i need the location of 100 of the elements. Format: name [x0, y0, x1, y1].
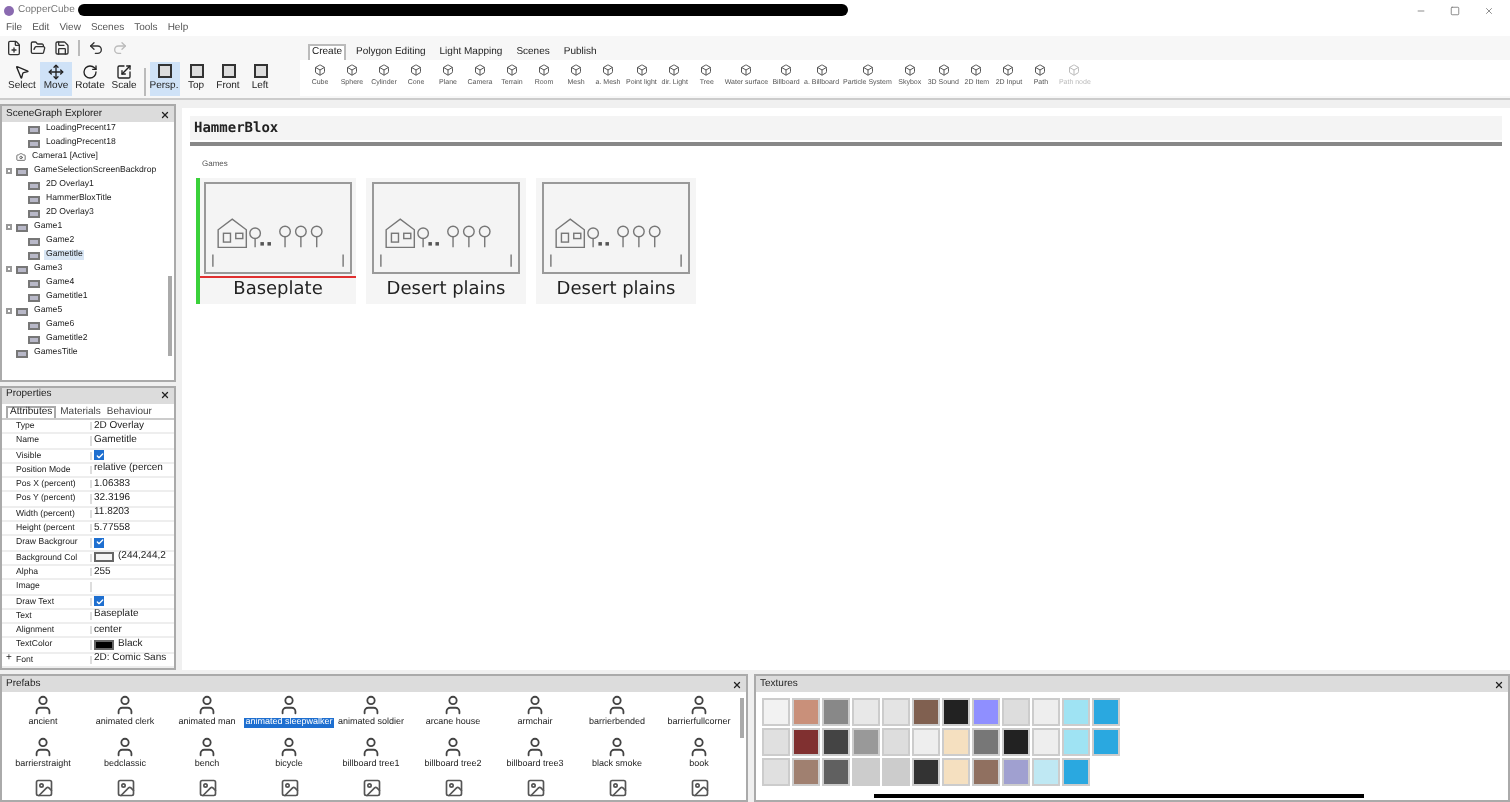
close-icon[interactable]	[732, 679, 742, 689]
texture-thumbnail[interactable]	[1092, 728, 1120, 756]
model-thumbnail-icon	[360, 736, 382, 758]
move-arrows-icon	[48, 64, 64, 80]
model-thumbnail-icon	[33, 778, 53, 798]
cube-icon	[937, 64, 950, 76]
model-thumbnail-icon	[196, 736, 218, 758]
new-file-icon[interactable]	[6, 40, 22, 56]
texture-thumbnail[interactable]	[882, 728, 910, 756]
texture-thumbnail[interactable]	[1002, 698, 1030, 726]
checkbox[interactable]	[94, 596, 104, 607]
minimize-icon[interactable]	[1416, 5, 1426, 15]
texture-thumbnail[interactable]	[972, 698, 1000, 726]
cube-icon	[635, 64, 648, 76]
cube-icon	[378, 64, 390, 76]
redo-icon[interactable]	[111, 40, 127, 56]
texture-thumbnail[interactable]	[1002, 758, 1030, 786]
expand-handle[interactable]	[6, 168, 12, 174]
app-logo-icon	[4, 5, 14, 15]
texture-thumbnail[interactable]	[762, 758, 790, 786]
card-label: Desert plains	[386, 278, 506, 304]
texture-thumbnail[interactable]	[822, 758, 850, 786]
texture-thumbnail[interactable]	[852, 698, 880, 726]
game-card[interactable]: Desert plains	[536, 178, 696, 304]
cube-icon	[1002, 64, 1015, 76]
texture-thumbnail[interactable]	[942, 758, 970, 786]
cube-icon	[1034, 64, 1047, 76]
cube-icon	[861, 64, 874, 76]
model-thumbnail-icon	[197, 778, 217, 798]
cube-icon	[506, 64, 518, 76]
undo-icon[interactable]	[87, 40, 103, 56]
maximize-icon[interactable]	[1450, 5, 1460, 15]
texture-thumbnail[interactable]	[1092, 698, 1120, 726]
texture-thumbnail[interactable]	[1032, 698, 1060, 726]
pointer-icon	[14, 64, 30, 80]
texture-thumbnail[interactable]	[852, 758, 880, 786]
viewport-icon	[157, 64, 171, 78]
cube-icon	[314, 64, 326, 76]
texture-thumbnail[interactable]	[762, 728, 790, 756]
texture-thumbnail[interactable]	[912, 698, 940, 726]
texture-thumbnail[interactable]	[912, 728, 940, 756]
close-icon[interactable]	[160, 109, 170, 119]
card-label: Baseplate	[233, 278, 323, 304]
texture-thumbnail[interactable]	[792, 728, 820, 756]
texture-thumbnail[interactable]	[792, 758, 820, 786]
cube-icon	[410, 64, 422, 76]
texture-thumbnail[interactable]	[1002, 728, 1030, 756]
texture-thumbnail[interactable]	[1062, 728, 1090, 756]
game-card[interactable]: Desert plains	[366, 178, 526, 304]
texture-thumbnail[interactable]	[912, 758, 940, 786]
model-thumbnail-icon	[606, 694, 628, 716]
model-thumbnail-icon	[607, 778, 627, 798]
checkbox[interactable]	[94, 537, 104, 548]
save-icon[interactable]	[54, 40, 70, 56]
cube-icon	[903, 64, 916, 76]
texture-thumbnail[interactable]	[792, 698, 820, 726]
expand-handle[interactable]	[6, 266, 12, 272]
texture-thumbnail[interactable]	[882, 698, 910, 726]
cube-icon	[700, 64, 713, 76]
texture-thumbnail[interactable]	[972, 728, 1000, 756]
model-thumbnail-icon	[606, 736, 628, 758]
texture-thumbnail[interactable]	[1062, 758, 1090, 786]
texture-thumbnail[interactable]	[942, 698, 970, 726]
cube-icon	[740, 64, 753, 76]
texture-thumbnail[interactable]	[1062, 698, 1090, 726]
model-thumbnail-icon	[524, 736, 546, 758]
model-thumbnail-icon	[279, 778, 299, 798]
game-card[interactable]: Baseplate	[196, 178, 356, 304]
model-thumbnail-icon	[442, 736, 464, 758]
texture-thumbnail[interactable]	[852, 728, 880, 756]
expand-handle[interactable]	[6, 308, 12, 314]
cube-icon	[668, 64, 681, 76]
viewport-icon	[189, 64, 203, 78]
close-icon[interactable]	[1494, 679, 1504, 689]
model-thumbnail-icon	[689, 778, 709, 798]
texture-thumbnail[interactable]	[972, 758, 1000, 786]
folder-icon[interactable]	[30, 40, 46, 56]
model-thumbnail-icon	[32, 736, 54, 758]
card-label: Desert plains	[556, 278, 676, 304]
viewport-icon	[253, 64, 267, 78]
cube-icon	[815, 64, 828, 76]
model-thumbnail-icon	[524, 694, 546, 716]
close-icon[interactable]	[160, 390, 170, 401]
texture-thumbnail[interactable]	[822, 728, 850, 756]
cube-icon	[346, 64, 358, 76]
texture-thumbnail[interactable]	[822, 698, 850, 726]
model-thumbnail-icon	[115, 778, 135, 798]
cube-icon	[970, 64, 983, 76]
texture-thumbnail[interactable]	[762, 698, 790, 726]
texture-thumbnail[interactable]	[1032, 758, 1060, 786]
checkbox[interactable]	[94, 450, 104, 461]
model-thumbnail-icon	[443, 778, 463, 798]
texture-thumbnail[interactable]	[942, 728, 970, 756]
texture-thumbnail[interactable]	[1032, 728, 1060, 756]
texture-thumbnail[interactable]	[882, 758, 910, 786]
model-thumbnail-icon	[114, 736, 136, 758]
model-thumbnail-icon	[525, 778, 545, 798]
color-swatch[interactable]	[94, 640, 114, 651]
color-swatch[interactable]	[94, 552, 114, 563]
expand-handle[interactable]	[6, 224, 12, 230]
